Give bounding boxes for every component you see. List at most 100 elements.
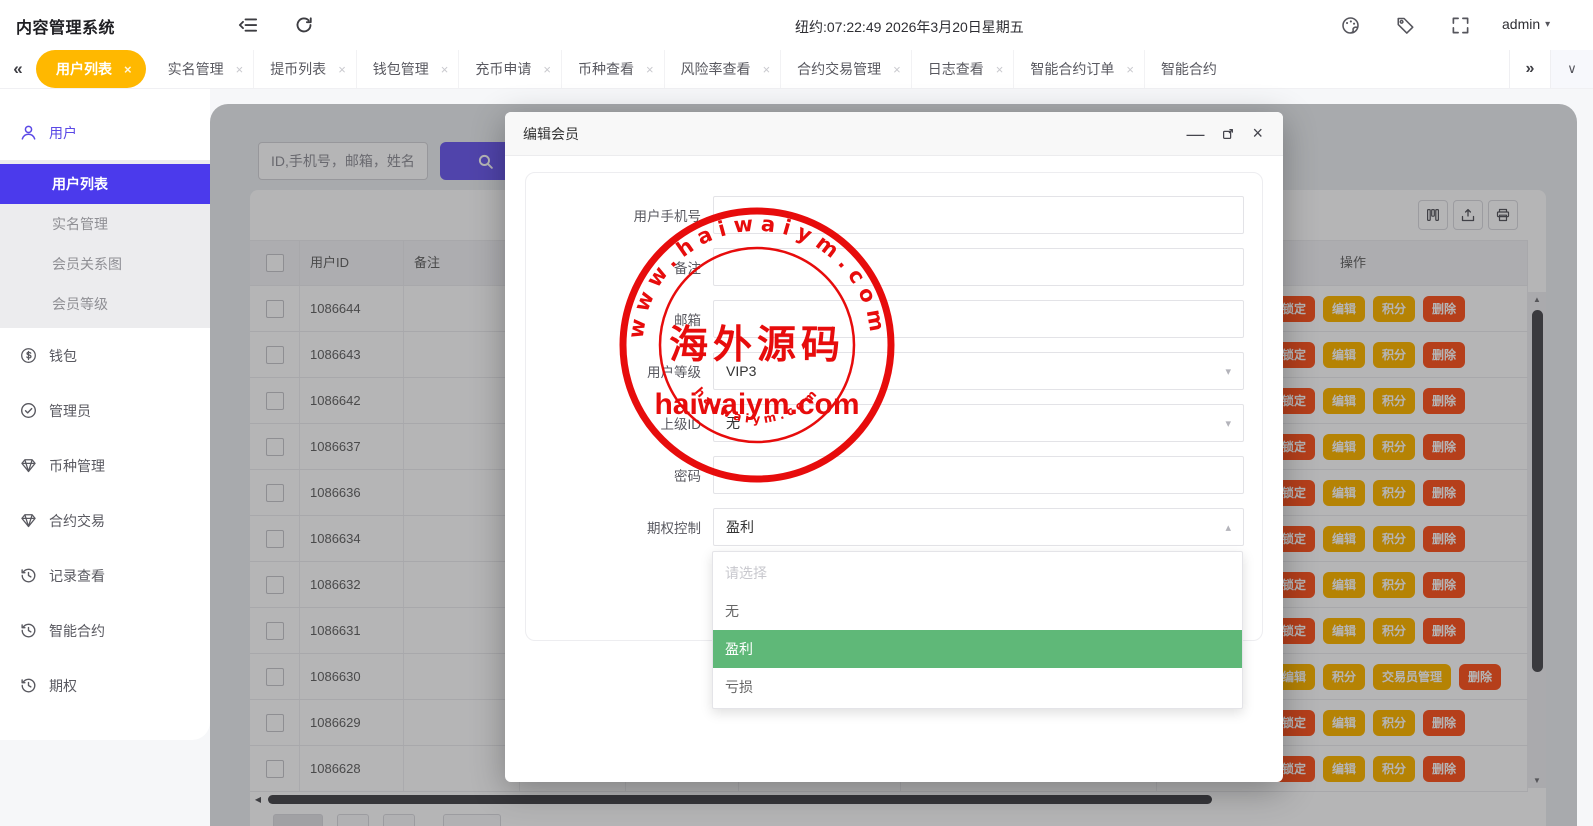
密码-field[interactable] [713,456,1244,494]
sidebar-item-label: 记录查看 [49,567,105,584]
tab-智能合约[interactable]: 智能合约 [1145,50,1217,88]
refresh-icon[interactable] [294,15,314,35]
chevron-down-icon: ▾ [1225,365,1231,378]
field-label: 邮箱 [674,313,701,328]
top-header: 内容管理系统 纽约:07:22:49 2026年3月20日星期五 admin ▾ [0,0,1593,50]
sidebar-subitem-会员关系图[interactable]: 会员关系图 [0,244,210,284]
sidebar-item-label: 币种管理 [49,457,105,474]
用户手机号-field[interactable] [713,196,1244,234]
tab-close-icon[interactable]: × [646,62,654,77]
tab-close-icon[interactable]: × [543,62,551,77]
sidebar-item-label: 管理员 [49,402,91,419]
上级ID-field[interactable]: 无 ▾ [713,404,1244,442]
tab-close-icon[interactable]: × [763,62,771,77]
tab-智能合约订单[interactable]: 智能合约订单 × [1014,50,1145,88]
tab-风险率查看[interactable]: 风险率查看 × [665,50,782,88]
sidebar: 设置用户用户列表实名管理会员关系图会员等级钱包管理员币种管理合约交易记录查看智能… [0,50,210,740]
field-label: 用户手机号 [633,209,702,224]
form-row: 上级ID 无 ▾ [526,404,1262,442]
tabs-prev-button[interactable]: « [0,59,36,79]
clock-text: 纽约:07:22:49 2026年3月20日星期五 [795,19,1024,35]
dollar-icon [20,347,37,364]
history-icon [20,677,37,694]
history-icon [20,622,37,639]
tab-label: 智能合约 [1160,61,1217,77]
tab-钱包管理[interactable]: 钱包管理 × [357,50,460,88]
sidebar-subitem-会员等级[interactable]: 会员等级 [0,284,210,324]
tab-label: 充币申请 [475,61,532,77]
sidebar-item-label: 期权 [49,677,77,694]
用户等级-field[interactable]: VIP3 ▾ [713,352,1244,390]
tab-label: 钱包管理 [372,61,429,77]
maximize-icon[interactable] [1221,127,1235,141]
dropdown-option-无[interactable]: 无 [713,592,1242,630]
sidebar-item-智能合约[interactable]: 智能合约 [0,603,210,658]
sidebar-item-合约交易[interactable]: 合约交易 [0,493,210,548]
sidebar-item-记录查看[interactable]: 记录查看 [0,548,210,603]
tabs-list: 用户列表 × 实名管理 × 提币列表 × 钱包管理 × 充币申请 × 币种查看 × 风险率查看 × 合约交易… [36,50,1509,88]
tab-close-icon[interactable]: × [338,62,346,77]
sidebar-subitem-用户列表[interactable]: 用户列表 [0,164,210,204]
期权控制-field[interactable]: 盈利 ▴ [713,508,1244,546]
tab-close-icon[interactable]: × [996,62,1004,77]
sidebar-item-label: 合约交易 [49,512,105,529]
field-label: 期权控制 [647,521,701,536]
sidebar-item-币种管理[interactable]: 币种管理 [0,438,210,493]
form-row: 备注 [526,248,1262,286]
tab-实名管理[interactable]: 实名管理 × [152,50,255,88]
close-icon[interactable]: × [1252,123,1263,144]
tab-label: 提币列表 [270,61,327,77]
dropdown-option-盈利[interactable]: 盈利 [713,630,1242,668]
tab-close-icon[interactable]: × [893,62,901,77]
sidebar-item-钱包[interactable]: 钱包 [0,328,210,383]
sidebar-item-期权[interactable]: 期权 [0,658,210,713]
tab-label: 智能合约订单 [1030,61,1115,77]
tabs-more-button[interactable]: ∨ [1550,50,1593,88]
select-value: 盈利 [726,519,754,535]
form-row: 用户等级 VIP3 ▾ [526,352,1262,390]
tab-label: 用户列表 [56,61,112,77]
chevron-down-icon: ▾ [1545,18,1551,30]
tab-label: 币种查看 [577,61,634,77]
tab-合约交易管理[interactable]: 合约交易管理 × [781,50,912,88]
collapse-sidebar-icon[interactable] [238,15,258,35]
field-label: 上级ID [660,417,702,432]
minimize-icon[interactable]: — [1186,125,1204,143]
select-value: VIP3 [726,363,757,379]
tab-close-icon[interactable]: × [441,62,449,77]
field-label: 密码 [674,469,701,484]
sidebar-item-管理员[interactable]: 管理员 [0,383,210,438]
sidebar-subitem-实名管理[interactable]: 实名管理 [0,204,210,244]
tab-label: 实名管理 [167,61,224,77]
dialog-controls: — × [1186,123,1263,144]
form-row: 期权控制 盈利 ▴ [526,508,1262,546]
备注-field[interactable] [713,248,1244,286]
tab-充币申请[interactable]: 充币申请 × [459,50,562,88]
user-menu[interactable]: admin ▾ [1502,16,1550,32]
tab-close-icon[interactable]: × [236,62,244,77]
sidebar-submenu: 用户列表 实名管理 会员关系图 会员等级 [0,160,210,328]
app-title: 内容管理系统 [16,20,116,37]
sidebar-item-label: 钱包 [49,347,77,364]
chevron-down-icon: ▾ [1225,417,1231,430]
gem-icon [20,512,37,529]
tag-icon[interactable] [1396,16,1415,35]
fullscreen-icon[interactable] [1451,16,1470,35]
edit-member-dialog: 编辑会员 — × 用户手机号 备注 邮箱 用户等级 VIP3 ▾ 上级ID 无 ▾ 密码 期权控制盈… [505,112,1283,782]
sidebar-item-用户[interactable]: 用户 [0,105,210,160]
tab-提币列表[interactable]: 提币列表 × [254,50,357,88]
邮箱-field[interactable] [713,300,1244,338]
dropdown-option-请选择[interactable]: 请选择 [713,554,1242,592]
sidebar-menu: 设置用户用户列表实名管理会员关系图会员等级钱包管理员币种管理合约交易记录查看智能… [0,50,210,713]
tab-币种查看[interactable]: 币种查看 × [562,50,665,88]
theme-palette-icon[interactable] [1341,16,1360,35]
dropdown-option-亏损[interactable]: 亏损 [713,668,1242,706]
tab-日志查看[interactable]: 日志查看 × [912,50,1015,88]
app-window: 内容管理系统 纽约:07:22:49 2026年3月20日星期五 admin ▾… [0,0,1593,826]
tab-label: 日志查看 [927,61,984,77]
tab-用户列表[interactable]: 用户列表 × [36,50,146,88]
form-row: 用户手机号 [526,196,1262,234]
tab-close-icon[interactable]: × [1126,62,1134,77]
tab-close-icon[interactable]: × [124,62,132,77]
tabs-next-button[interactable]: » [1509,50,1550,88]
